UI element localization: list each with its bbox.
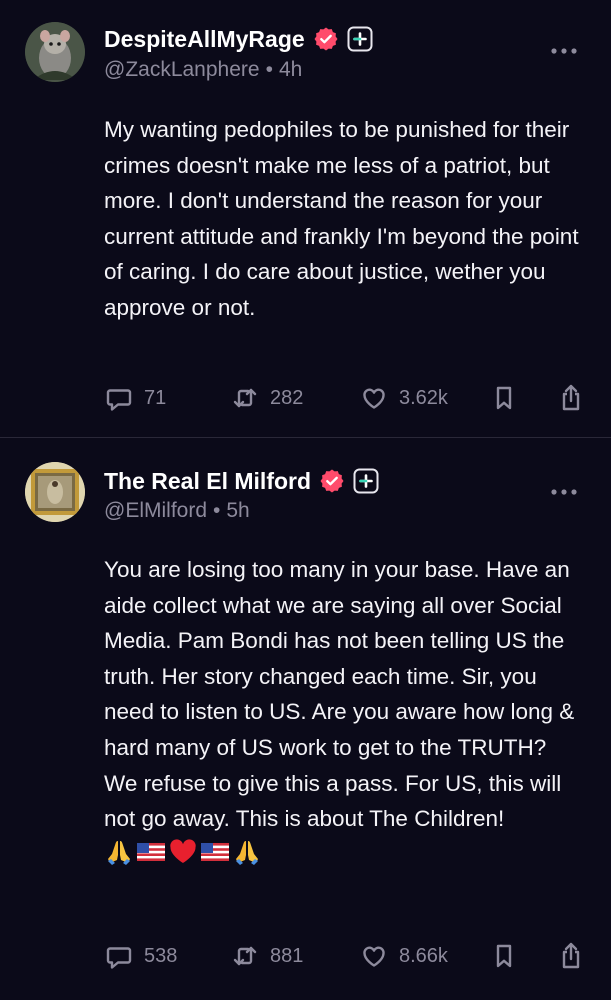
repost-icon [233,946,257,966]
folded-hands-emoji [236,840,258,865]
share-button[interactable] [556,383,586,413]
heart-icon [363,946,385,967]
post-actions: 71 282 3.62k [104,383,586,413]
separator: • [265,58,273,81]
share-button[interactable] [556,941,586,971]
bookmark-button[interactable] [489,383,519,413]
verified-badge-icon [319,468,345,494]
heart-icon [363,388,385,409]
plus-badge-icon [353,468,379,494]
us-flag-emoji [137,842,165,861]
us-flag-emoji [201,842,229,861]
like-button[interactable]: 3.62k [359,383,448,413]
timestamp: 5h [226,499,250,522]
emoji-row [104,837,262,867]
reply-button[interactable]: 71 [104,383,166,413]
reply-count: 538 [144,944,178,967]
post[interactable]: The Real El Milford @ElMilford • 5h You ar… [0,438,611,1000]
post-text: My wanting pedophiles to be punished for… [104,117,579,320]
share-icon [562,384,580,411]
folded-hands-emoji [108,840,130,865]
like-button[interactable]: 8.66k [359,941,448,971]
repost-button[interactable]: 282 [230,383,303,413]
bookmark-icon [496,944,512,968]
display-name[interactable]: DespiteAllMyRage [104,26,305,53]
plus-badge-icon [347,26,373,52]
post-text-container: You are losing too many in your base. Ha… [104,552,584,873]
reply-button[interactable]: 538 [104,941,177,971]
share-icon [562,942,580,969]
post-actions: 538 881 8.66k [104,941,586,971]
bookmark-icon [496,386,512,410]
handle[interactable]: @ZackLanphere [104,58,260,81]
timestamp: 4h [278,58,303,81]
more-icon[interactable] [549,486,579,498]
repost-icon [233,388,257,408]
repost-count: 282 [270,386,304,409]
avatar[interactable] [25,22,85,82]
reply-count: 71 [144,386,167,409]
more-icon[interactable] [549,45,579,57]
verified-badge-icon [313,26,339,52]
separator: • [213,499,221,522]
handle[interactable]: @ElMilford [104,499,207,522]
reply-icon [106,389,132,411]
like-count: 3.62k [399,386,448,409]
repost-count: 881 [270,944,304,967]
like-count: 8.66k [399,944,448,967]
post[interactable]: DespiteAllMyRage @ZackLanphere • 4h My wan… [0,0,611,437]
display-name[interactable]: The Real El Milford [104,468,311,495]
avatar[interactable] [25,462,85,522]
red-heart-emoji [170,839,196,863]
post-text: You are losing too many in your base. Ha… [104,557,575,832]
bookmark-button[interactable] [489,941,519,971]
repost-button[interactable]: 881 [230,941,303,971]
reply-icon [106,947,132,969]
